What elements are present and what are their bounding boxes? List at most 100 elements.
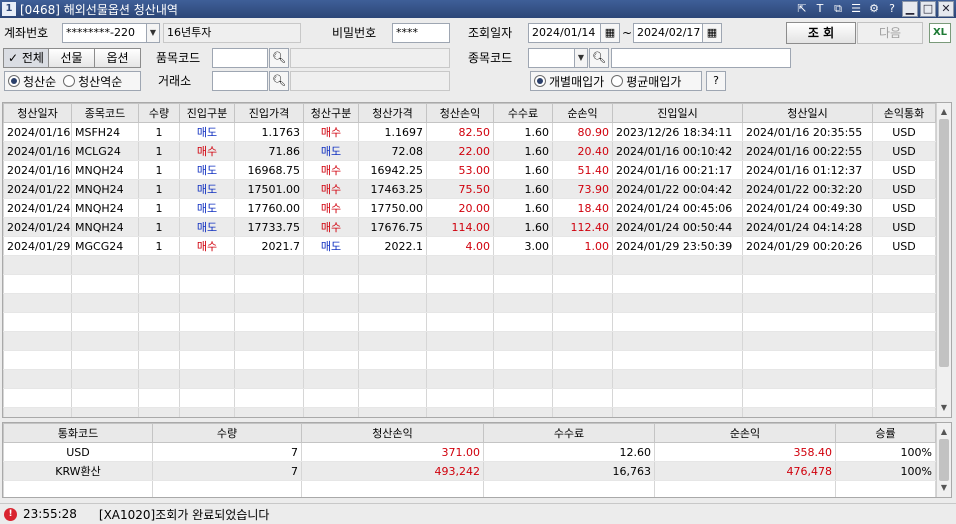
next-button[interactable]: 다음 bbox=[857, 22, 923, 44]
table-row[interactable]: 2024/01/16 MSFH24 1 매도 1.1763 매수 1.1697 82.50 1.… bbox=[3, 122, 936, 142]
column-header[interactable]: 진입일시 bbox=[612, 103, 743, 123]
table-cell bbox=[138, 350, 180, 370]
column-header[interactable]: 수량 bbox=[138, 103, 180, 123]
table-row[interactable]: 2024/01/24 MNQH24 1 매도 17760.00 매수 17750.00 20.… bbox=[3, 198, 936, 218]
table-cell: 매수 bbox=[303, 198, 359, 218]
scroll-down-icon[interactable]: ▼ bbox=[937, 401, 951, 415]
table-row[interactable]: 2024/01/22 MNQH24 1 매도 17501.00 매수 17463.25 75.… bbox=[3, 179, 936, 199]
table-cell: USD bbox=[872, 217, 936, 237]
seg-options[interactable]: 옵션 bbox=[94, 48, 141, 68]
table-cell: MGCG24 bbox=[71, 236, 139, 256]
text-icon[interactable]: T bbox=[812, 1, 828, 17]
table-row[interactable]: 2024/01/24 MNQH24 1 매도 17733.75 매수 17676.75 114… bbox=[3, 217, 936, 237]
summary-table: 통화코드 수량 청산손익 수수료 순손익 승률 USD 7 371.00 12.60 358.40… bbox=[3, 423, 936, 497]
symbol-code-input[interactable] bbox=[528, 48, 576, 68]
table-cell bbox=[426, 369, 494, 389]
table-cell: 1 bbox=[138, 217, 180, 237]
table-cell: 20.40 bbox=[552, 141, 613, 161]
search-button[interactable]: 조 회 bbox=[786, 22, 856, 44]
seg-all[interactable]: ✓ 전체 bbox=[3, 48, 49, 68]
table-cell: 17733.75 bbox=[234, 217, 304, 237]
table-cell bbox=[303, 407, 359, 417]
column-header[interactable]: 청산구분 bbox=[303, 103, 359, 123]
excel-export-icon[interactable]: XL bbox=[929, 23, 951, 43]
help-button[interactable]: ? bbox=[706, 71, 726, 91]
table-cell bbox=[872, 331, 936, 351]
column-header[interactable]: 청산손익 bbox=[426, 103, 494, 123]
summary-cell: KRW환산 bbox=[3, 461, 153, 481]
exchange-search-icon[interactable]: 🔍︎ bbox=[269, 71, 289, 91]
column-header[interactable]: 진입구분 bbox=[179, 103, 235, 123]
password-input[interactable]: **** bbox=[392, 23, 450, 43]
settings-icon[interactable]: ⚙ bbox=[866, 1, 882, 17]
table-cell: USD bbox=[872, 160, 936, 180]
close-icon[interactable]: ✕ bbox=[938, 1, 954, 17]
table-cell: 82.50 bbox=[426, 122, 494, 142]
grid-scrollbar[interactable]: ▲ ▼ bbox=[936, 103, 951, 417]
table-cell bbox=[426, 331, 494, 351]
table-cell bbox=[552, 350, 613, 370]
copy-icon[interactable]: ⧉ bbox=[830, 1, 846, 17]
list-icon[interactable]: ☰ bbox=[848, 1, 864, 17]
price-radio-average[interactable]: 평균매입가 bbox=[608, 73, 685, 90]
product-search-icon[interactable]: 🔍︎ bbox=[269, 48, 289, 68]
table-row[interactable]: 2024/01/29 MGCG24 1 매수 2021.7 매도 2022.1 4.00 3.0… bbox=[3, 236, 936, 256]
table-cell bbox=[303, 274, 359, 294]
table-cell bbox=[493, 312, 553, 332]
table-row[interactable]: 2024/01/16 MNQH24 1 매도 16968.75 매수 16942.25 53.… bbox=[3, 160, 936, 180]
table-cell bbox=[3, 369, 72, 389]
account-dropdown-arrow-icon[interactable]: ▼ bbox=[146, 23, 160, 43]
table-row-empty bbox=[3, 255, 936, 275]
symbol-search-icon[interactable]: 🔍︎ bbox=[589, 48, 609, 68]
table-cell bbox=[138, 255, 180, 275]
maximize-icon[interactable]: □ bbox=[920, 1, 936, 17]
seg-futures[interactable]: 선물 bbox=[48, 48, 95, 68]
table-cell bbox=[493, 274, 553, 294]
table-cell bbox=[71, 388, 139, 408]
table-row-empty bbox=[3, 350, 936, 370]
table-cell bbox=[138, 293, 180, 313]
account-select[interactable]: ********-220 bbox=[62, 23, 148, 43]
table-cell: 75.50 bbox=[426, 179, 494, 199]
table-cell bbox=[303, 293, 359, 313]
table-cell bbox=[3, 407, 72, 417]
product-code-input[interactable] bbox=[212, 48, 268, 68]
table-cell bbox=[552, 331, 613, 351]
table-row[interactable]: 2024/01/16 MCLG24 1 매수 71.86 매도 72.08 22.00 1.60… bbox=[3, 141, 936, 161]
summary-row-empty bbox=[3, 480, 936, 497]
date-from-calendar-icon[interactable]: ▦ bbox=[600, 23, 620, 43]
column-header[interactable]: 종목코드 bbox=[71, 103, 139, 123]
column-header[interactable]: 청산가격 bbox=[358, 103, 427, 123]
table-row-empty bbox=[3, 331, 936, 351]
minimize-icon[interactable]: ▁ bbox=[902, 1, 918, 17]
scroll-up-icon[interactable]: ▲ bbox=[937, 105, 951, 119]
summary-scrollbar[interactable]: ▲ ▼ bbox=[936, 423, 951, 497]
summary-cell: USD bbox=[3, 442, 153, 462]
column-header[interactable]: 순손익 bbox=[552, 103, 613, 123]
scroll-thumb[interactable] bbox=[939, 439, 949, 481]
date-to-calendar-icon[interactable]: ▦ bbox=[702, 23, 722, 43]
column-header[interactable]: 수수료 bbox=[493, 103, 553, 123]
sort-radio-reverse[interactable]: 청산역순 bbox=[60, 73, 126, 90]
column-header[interactable]: 청산일시 bbox=[742, 103, 873, 123]
table-cell bbox=[71, 312, 139, 332]
summary-row[interactable]: KRW환산 7 493,242 16,763 476,478 100% bbox=[3, 461, 936, 481]
status-message: [XA1020]조회가 완료되었습니다 bbox=[98, 507, 270, 522]
column-header[interactable]: 손익통화 bbox=[872, 103, 936, 123]
price-radio-individual[interactable]: 개별매입가 bbox=[531, 73, 608, 90]
price-radio-individual-label: 개별매입가 bbox=[549, 74, 605, 89]
column-header[interactable]: 청산일자 bbox=[3, 103, 72, 123]
exchange-input[interactable] bbox=[212, 71, 268, 91]
table-cell bbox=[612, 369, 743, 389]
summary-grid: 통화코드 수량 청산손익 수수료 순손익 승률 USD 7 371.00 12.60 358.40… bbox=[2, 422, 952, 498]
help-icon[interactable]: ? bbox=[884, 1, 900, 17]
summary-row[interactable]: USD 7 371.00 12.60 358.40 100% bbox=[3, 442, 936, 462]
price-basis-radio-group: 개별매입가 평균매입가 bbox=[530, 71, 702, 91]
scroll-up-icon[interactable]: ▲ bbox=[937, 425, 951, 439]
scroll-down-icon[interactable]: ▼ bbox=[937, 481, 951, 495]
column-header[interactable]: 진입가격 bbox=[234, 103, 304, 123]
scroll-thumb[interactable] bbox=[939, 119, 949, 367]
sort-radio-liquidation[interactable]: 청산순 bbox=[5, 73, 60, 90]
symbol-dropdown-arrow-icon[interactable]: ▼ bbox=[574, 48, 588, 68]
link-icon[interactable]: ⇱ bbox=[794, 1, 810, 17]
